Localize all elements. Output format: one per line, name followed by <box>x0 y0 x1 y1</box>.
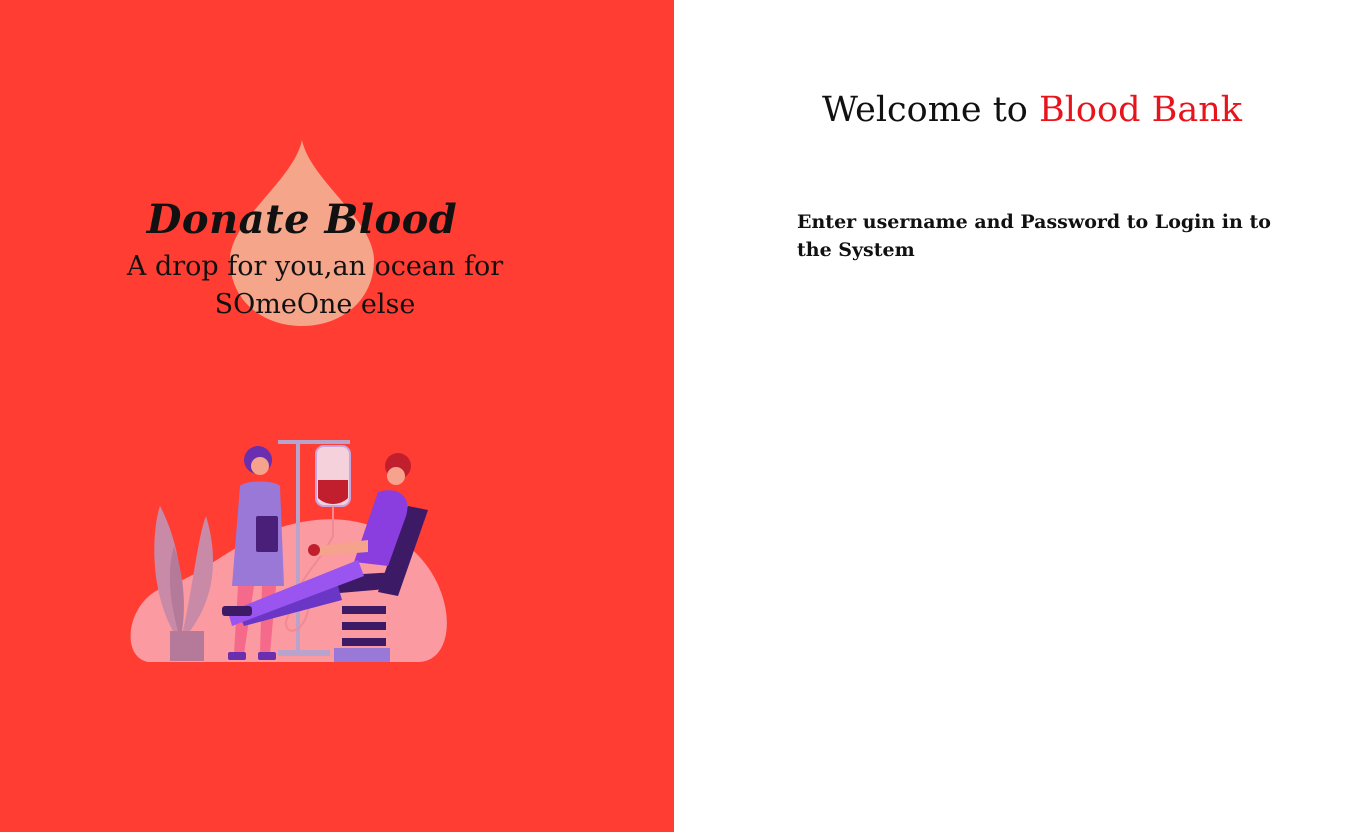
donate-blood-title: Donate Blood <box>146 196 458 243</box>
login-panel: Welcome to Blood Bank Enter username and… <box>674 0 1370 832</box>
login-instructions: Enter username and Password to Login in … <box>797 211 1271 261</box>
branding-panel: Donate Blood A drop for you,an ocean for… <box>0 0 674 832</box>
tagline: A drop for you,an ocean for SOmeOne else <box>126 251 504 320</box>
welcome-prefix: Welcome to <box>822 90 1028 130</box>
login-page: Donate Blood A drop for you,an ocean for… <box>0 0 1370 832</box>
blood-donation-illustration <box>130 440 447 662</box>
welcome-heading: Welcome to Blood Bank <box>822 90 1242 130</box>
brand-name: Blood Bank <box>1039 90 1242 130</box>
